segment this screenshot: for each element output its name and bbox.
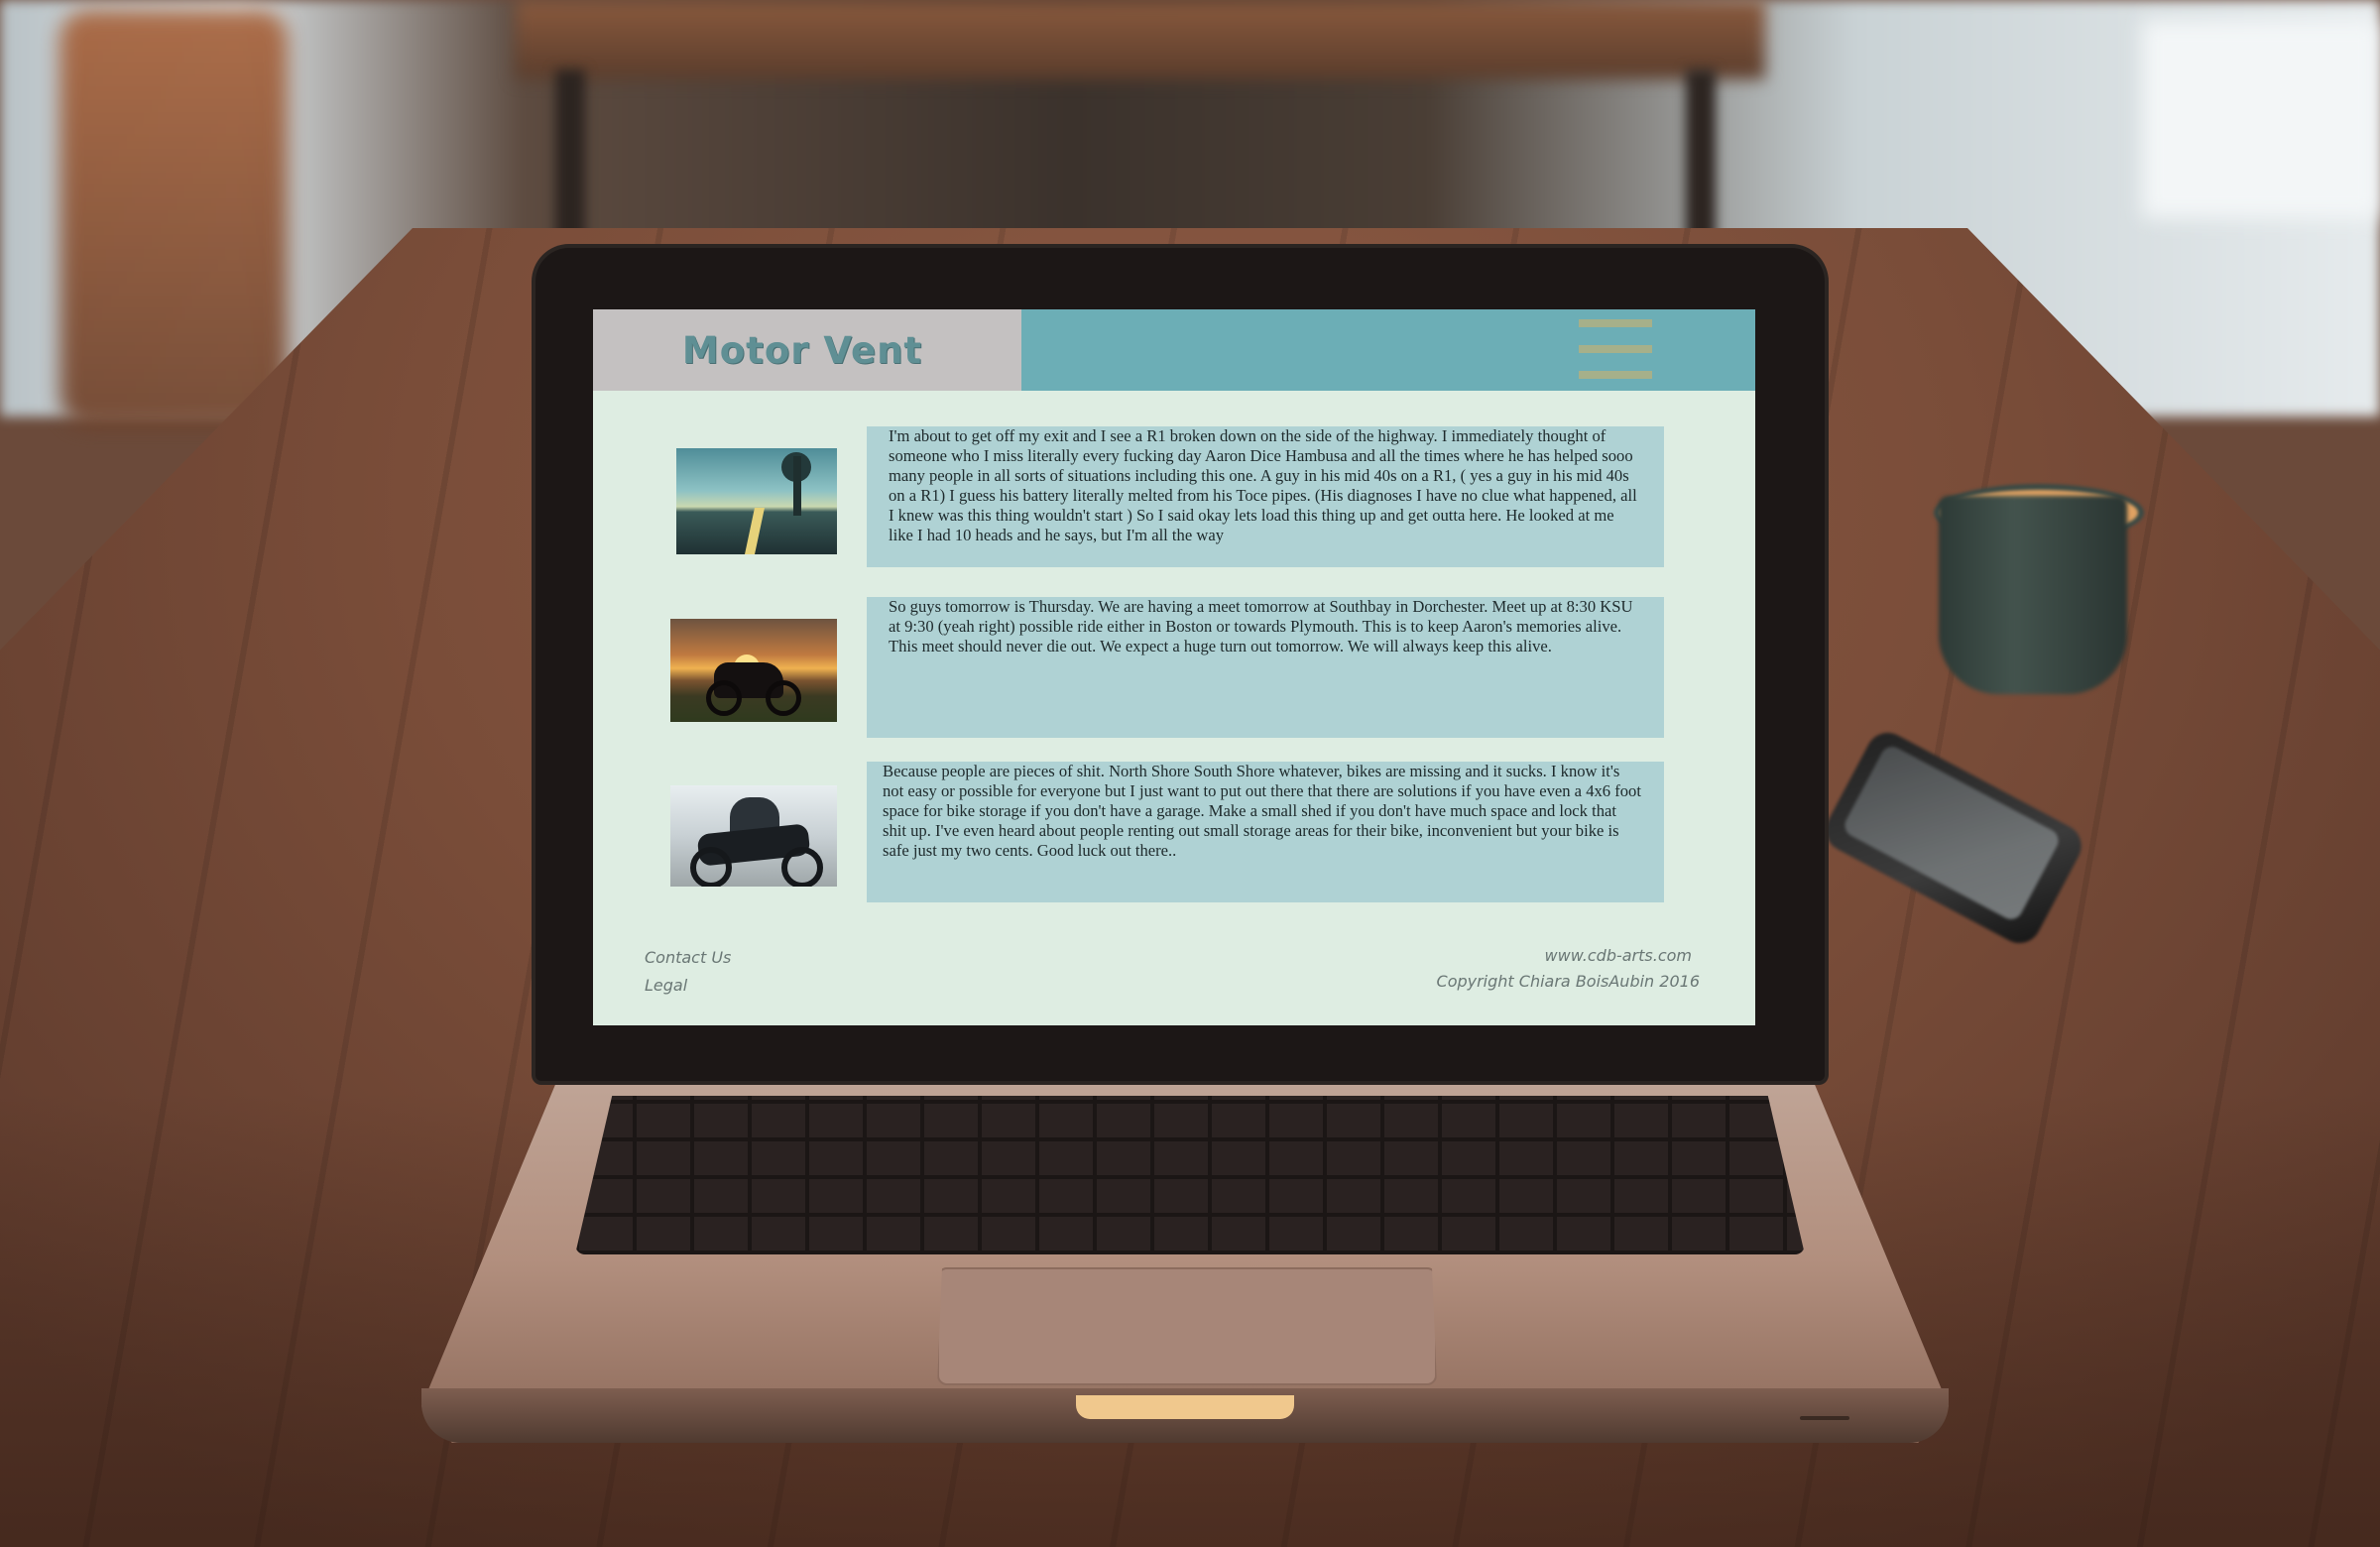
wheel-icon	[690, 847, 732, 887]
wheel-icon	[766, 680, 801, 716]
website-url[interactable]: www.cdb-arts.com	[1545, 946, 1692, 965]
chair	[60, 10, 288, 426]
hamburger-menu-icon[interactable]	[1579, 319, 1652, 379]
menu-line	[1579, 345, 1652, 353]
post-image-road[interactable]	[676, 448, 837, 554]
window	[2142, 20, 2380, 218]
post-image-sunset[interactable]	[670, 619, 837, 722]
post-text: Because people are pieces of shit. North…	[883, 762, 1641, 860]
site-header: Motor Vent	[593, 309, 1755, 391]
logo-box[interactable]: Motor Vent	[593, 309, 1021, 391]
tree-trunk	[793, 456, 801, 516]
road-stripe	[745, 508, 765, 554]
menu-line	[1579, 319, 1652, 327]
wheel-icon	[706, 680, 742, 716]
background-table	[516, 0, 1765, 79]
site-logo[interactable]: Motor Vent	[682, 329, 922, 372]
post-card: Because people are pieces of shit. North…	[867, 762, 1664, 902]
laptop-indicator	[1800, 1416, 1849, 1420]
post-text: I'm about to get off my exit and I see a…	[889, 426, 1637, 544]
wheel-icon	[781, 847, 823, 887]
post-text: So guys tomorrow is Thursday. We are hav…	[889, 597, 1633, 655]
nav-bar	[1021, 309, 1755, 391]
laptop-keyboard	[575, 1096, 1805, 1254]
coffee-cup	[1939, 496, 2127, 694]
website-screen: Motor Vent I'm about to get off my exit …	[593, 309, 1755, 1025]
post-card: So guys tomorrow is Thursday. We are hav…	[867, 597, 1664, 738]
copyright-text: Copyright Chiara BoisAubin 2016	[1436, 972, 1700, 991]
menu-line	[1579, 371, 1652, 379]
contact-us-link[interactable]: Contact Us	[645, 948, 731, 967]
site-footer: Contact Us Legal www.cdb-arts.com Copyri…	[593, 944, 1755, 1025]
post-image-rider[interactable]	[670, 785, 837, 887]
laptop-trackpad	[937, 1267, 1437, 1385]
laptop-notch	[1076, 1395, 1294, 1419]
post-card: I'm about to get off my exit and I see a…	[867, 426, 1664, 567]
legal-link[interactable]: Legal	[645, 976, 687, 995]
